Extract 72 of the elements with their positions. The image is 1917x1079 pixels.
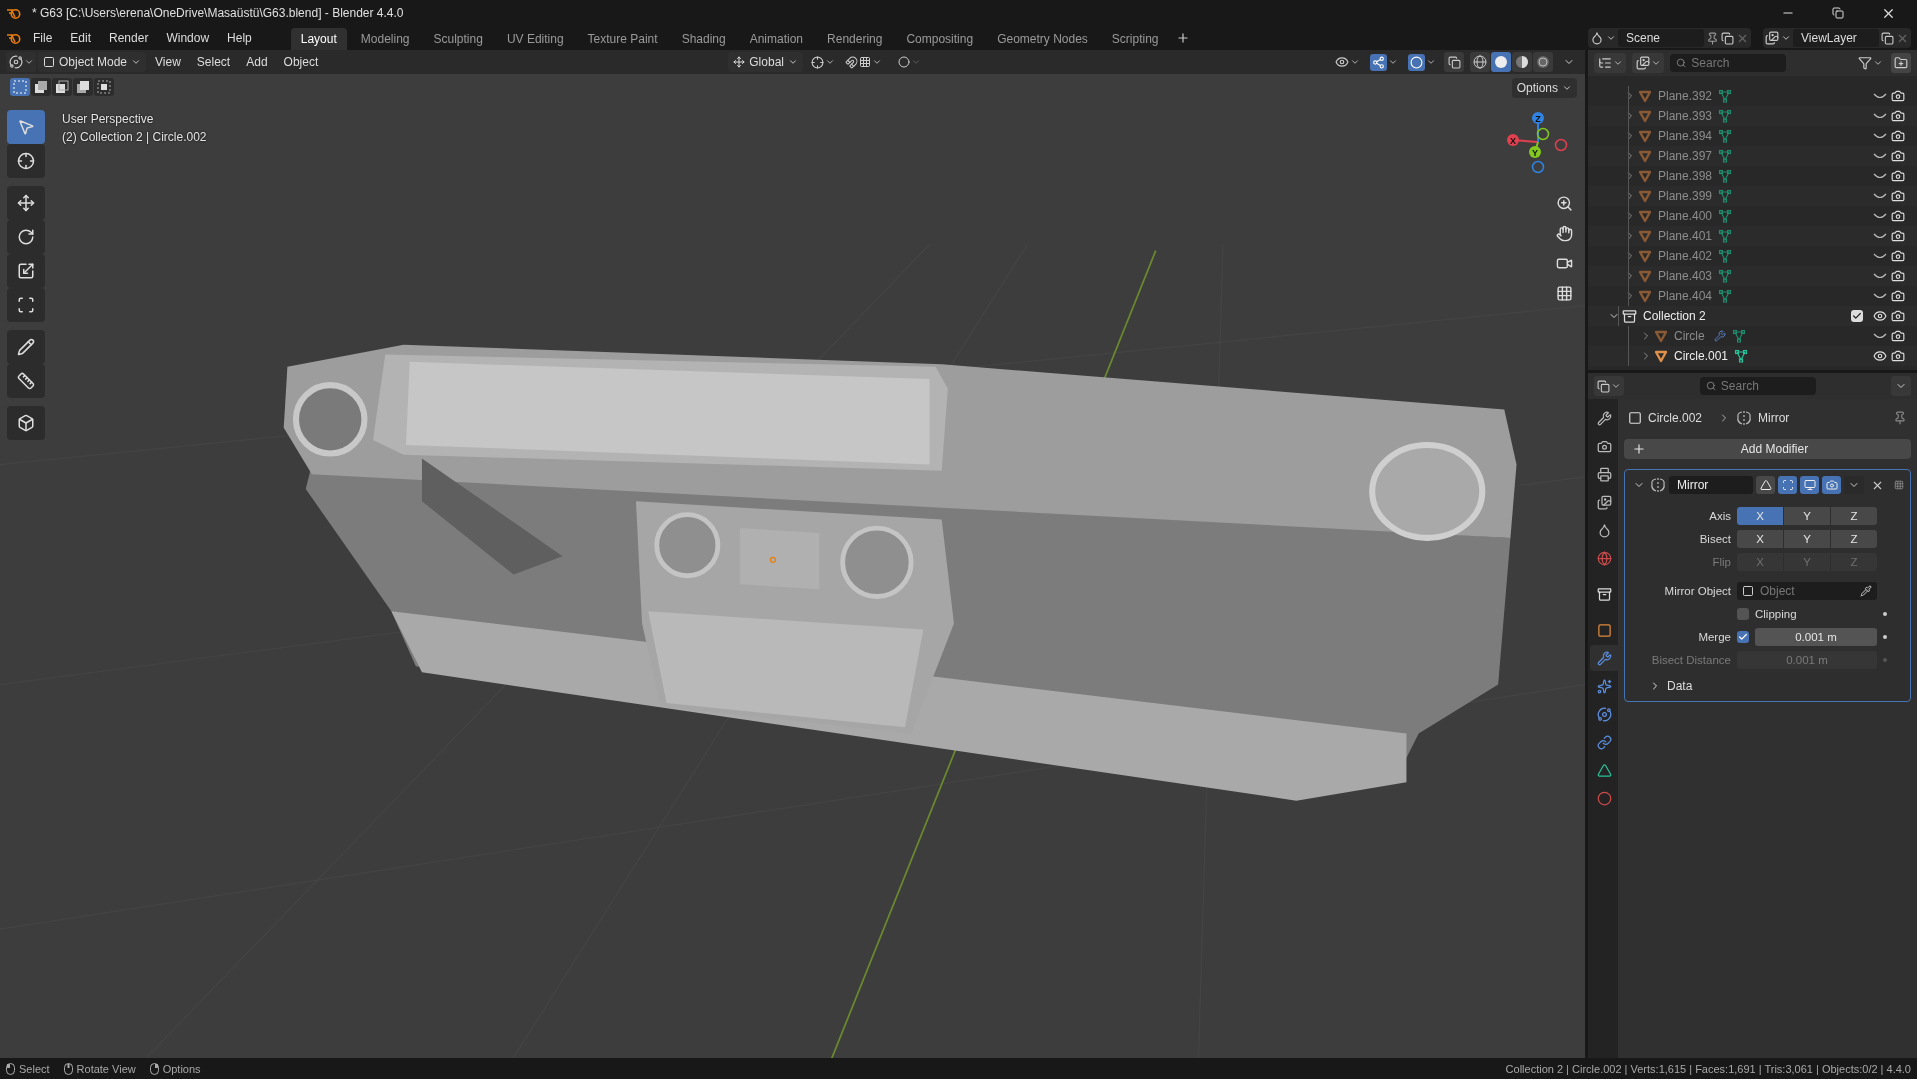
scene-statistics: Collection 2 | Circle.002 | Verts:1,615 | Faces:1,691 | Tris:3,061 | Objects:0/2 | 4.4.0 [1505,1062,1911,1075]
axis-toggle[interactable]: X [1737,529,1783,548]
axis-toggle[interactable]: Z [1831,506,1877,525]
menu-item[interactable]: Select [189,52,238,72]
workspace-tab[interactable]: UV Editing [496,28,574,50]
workspace-tab[interactable]: Sculpting [423,28,493,50]
orientation-dropdown[interactable]: Global [728,52,803,72]
outliner-item[interactable]: Plane.402 [1658,249,1718,263]
axis-toggle[interactable]: Y [1784,529,1830,548]
field-label: Flip [1711,555,1731,568]
outliner-item[interactable]: Circle.001 [1674,349,1734,363]
status-hint: Options [162,1062,201,1075]
outliner-item[interactable]: Circle [1674,329,1714,343]
outliner-item[interactable]: Collection 2 [1643,309,1793,323]
menu-item[interactable]: File [26,28,60,48]
menu-item[interactable]: Edit [63,28,99,48]
workspace-tab[interactable]: Rendering [817,28,893,50]
field-label: Bisect Distance [1650,653,1731,666]
outliner-item[interactable]: Plane.394 [1658,129,1718,143]
outliner-item[interactable]: Plane.398 [1658,169,1718,183]
field-label: Merge [1697,630,1731,643]
workspace-tab[interactable]: Animation [739,28,814,50]
viewport-info-text: (2) Collection 2 | Circle.002 [62,129,207,146]
menu-item[interactable]: Object [276,52,326,72]
menu-item[interactable]: Help [220,28,259,48]
search-field[interactable]: Search [1691,56,1786,70]
mode-dropdown[interactable]: Object Mode [38,52,147,72]
search-box[interactable]: Search [1699,377,1816,395]
menu-item[interactable]: Add [239,52,275,72]
outliner-item[interactable]: Plane.404 [1658,289,1718,303]
menu-item[interactable]: View [148,52,188,72]
modifier-name-field[interactable]: Mirror [1669,476,1753,494]
workspace-tab[interactable]: Scripting [1101,28,1169,50]
outliner-item[interactable]: Plane.392 [1658,89,1718,103]
menu-item[interactable]: Window [159,28,217,48]
status-hint: Rotate View [76,1062,136,1075]
field-label: Mirror Object [1663,584,1731,597]
axis-toggle[interactable]: X [1737,506,1783,525]
outliner-item[interactable]: Plane.400 [1658,209,1718,223]
outliner-item[interactable]: Plane.393 [1658,109,1718,123]
search-box[interactable]: Search [1670,54,1786,72]
axis-toggle[interactable]: Y [1784,506,1830,525]
search-field[interactable]: Search [1720,379,1816,393]
number-field[interactable]: 0.001 m [1755,627,1877,646]
checkbox-label: Clipping [1755,607,1797,620]
breadcrumb-item: Mirror [1758,411,1790,425]
outliner-item[interactable]: Plane.399 [1658,189,1718,203]
viewport-info-text: User Perspective [62,111,155,128]
outliner-item[interactable]: Plane.403 [1658,269,1718,283]
outliner-item[interactable]: Plane.397 [1658,149,1718,163]
workspace-tab[interactable]: Texture Paint [577,28,668,50]
axis-handle[interactable]: X [1507,134,1539,146]
outliner-item[interactable]: Plane.401 [1658,229,1718,243]
object-field[interactable]: Object [1737,581,1877,600]
scene-selector[interactable]: Scene [1588,28,1751,48]
workspace-tab[interactable]: Modeling [350,28,420,50]
axis-toggle[interactable]: Z [1831,529,1877,548]
view-layer-selector[interactable]: ViewLayer [1763,28,1911,48]
field-label: Bisect [1698,532,1731,545]
add-modifier-button[interactable]: Add Modifier [1624,439,1911,459]
workspace-tab[interactable]: Layout [290,28,347,50]
workspace-tab[interactable]: Compositing [896,28,984,50]
menu-item[interactable]: Render [102,28,156,48]
workspace-tab[interactable]: Shading [671,28,736,50]
breadcrumb-item: Circle.002 [1648,411,1703,425]
workspace-tab[interactable]: Geometry Nodes [987,28,1098,50]
options-dropdown[interactable]: Options [1511,78,1577,98]
data-subpanel-toggle[interactable]: Data [1631,673,1904,693]
status-hint: Select [19,1062,50,1075]
axis-handle[interactable]: Z [1532,112,1544,143]
field-label: Axis [1708,509,1731,522]
window-title: * G63 [C:\Users\erena\OneDrive\Masaüstü\G63.blend] - Blender 4.4.0 [32,6,404,20]
